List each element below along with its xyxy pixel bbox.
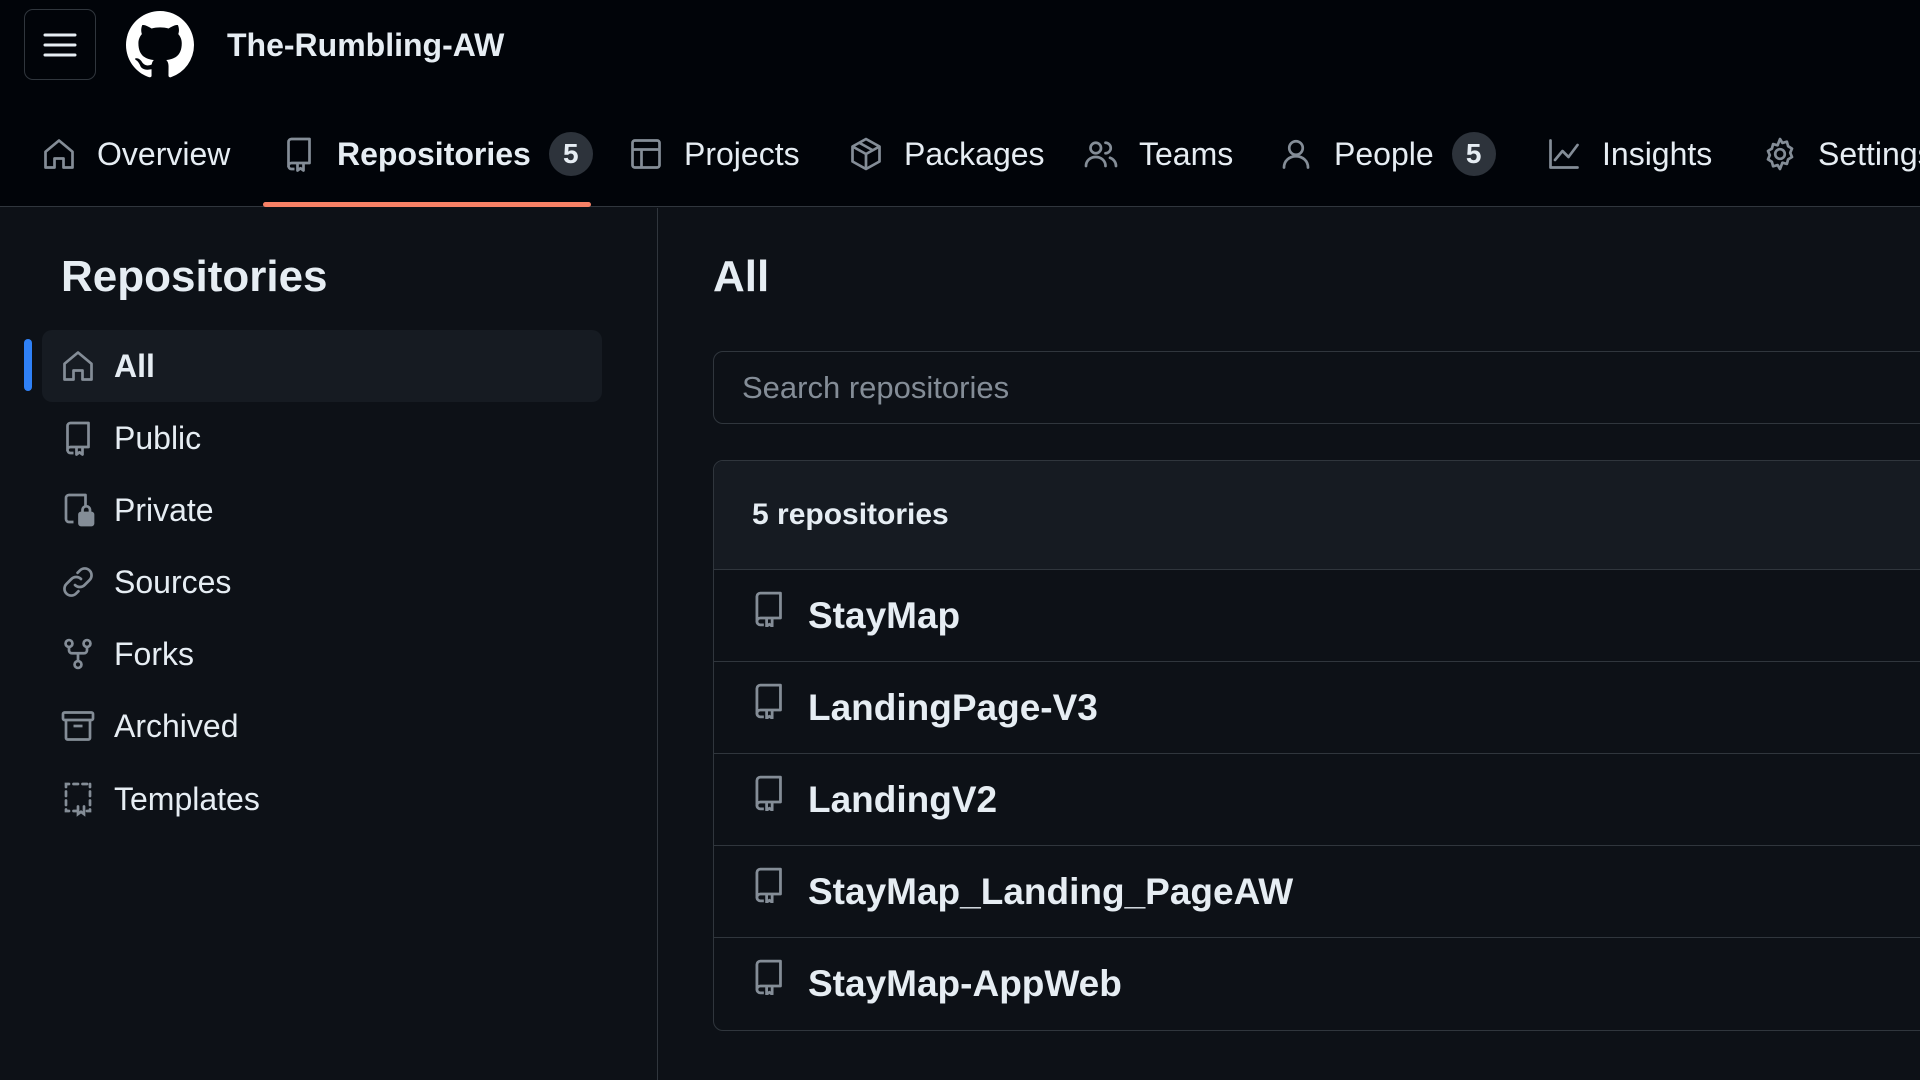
repository-list: 5 repositories StayMap LandingPage-V3 La… — [713, 460, 1920, 1031]
sidebar-item-private[interactable]: Private — [42, 474, 602, 546]
tab-insights[interactable]: Insights — [1546, 120, 1712, 188]
tab-label: Overview — [97, 135, 231, 172]
link-icon — [63, 567, 93, 597]
repo-icon — [755, 591, 782, 627]
selected-tab-underline — [263, 202, 591, 207]
tab-label: People — [1334, 135, 1434, 172]
list-item: StayMap — [714, 570, 1920, 662]
org-name[interactable]: The-Rumbling-AW — [227, 24, 504, 66]
fork-icon — [64, 638, 92, 670]
menu-button[interactable] — [24, 9, 96, 80]
home-icon — [63, 351, 93, 381]
repositories-sidebar: Repositories All Public Private Sources … — [0, 208, 658, 1080]
tab-counter: 5 — [1451, 132, 1496, 176]
sidebar-item-label: All — [114, 347, 155, 384]
gear-icon — [1766, 137, 1794, 171]
sidebar-item-label: Archived — [114, 707, 239, 744]
tab-label: Settings — [1818, 135, 1920, 172]
archive-icon — [61, 711, 95, 741]
repo-icon — [755, 775, 782, 811]
repo-name-link[interactable]: StayMap-AppWeb — [808, 963, 1122, 1005]
sidebar-item-templates[interactable]: Templates — [42, 763, 602, 835]
lock-repo-icon — [64, 493, 95, 527]
sidebar-item-label: Forks — [114, 635, 194, 672]
repo-icon — [755, 867, 782, 903]
page-title: All — [713, 252, 770, 301]
repo-icon — [755, 959, 782, 995]
org-header: The-Rumbling-AW Overview Repositories 5 … — [0, 0, 1920, 207]
tab-settings[interactable]: Settings — [1762, 120, 1920, 188]
tab-label: Teams — [1139, 135, 1234, 172]
repo-name-link[interactable]: StayMap_Landing_PageAW — [808, 871, 1293, 913]
tab-label: Insights — [1602, 135, 1713, 172]
repo-icon — [287, 137, 311, 172]
github-logo-icon[interactable] — [126, 11, 194, 79]
tab-overview[interactable]: Overview — [41, 120, 230, 188]
active-item-indicator — [24, 339, 32, 391]
list-item: LandingPage-V3 — [714, 662, 1920, 754]
tab-repositories[interactable]: Repositories 5 — [281, 120, 593, 188]
list-item: StayMap_Landing_PageAW — [714, 846, 1920, 938]
repo-name-link[interactable]: LandingV2 — [808, 779, 997, 821]
table-icon — [631, 139, 661, 169]
graph-icon — [1549, 139, 1579, 169]
list-item: StayMap-AppWeb — [714, 938, 1920, 1030]
package-icon — [851, 137, 881, 171]
sidebar-item-label: Private — [114, 491, 214, 528]
tab-counter: 5 — [548, 132, 593, 176]
repo-name-link[interactable]: StayMap — [808, 595, 960, 637]
org-nav-tabs: Overview Repositories 5 Projects Package… — [0, 120, 1920, 207]
sidebar-title: Repositories — [61, 252, 328, 301]
sidebar-item-forks[interactable]: Forks — [42, 618, 602, 690]
hamburger-icon — [43, 33, 77, 56]
tab-teams[interactable]: Teams — [1083, 120, 1233, 188]
search-input[interactable] — [713, 351, 1920, 424]
tab-people[interactable]: People 5 — [1278, 120, 1496, 188]
home-icon — [44, 139, 74, 169]
repo-name-link[interactable]: LandingPage-V3 — [808, 687, 1098, 729]
repo-icon — [755, 683, 782, 719]
tab-label: Packages — [904, 135, 1045, 172]
tab-projects[interactable]: Projects — [628, 120, 800, 188]
list-item: LandingV2 — [714, 754, 1920, 846]
sidebar-item-all[interactable]: All — [42, 330, 602, 402]
tab-label: Repositories — [337, 135, 531, 172]
person-icon — [1282, 139, 1310, 169]
sidebar-item-sources[interactable]: Sources — [42, 546, 602, 618]
tab-label: Projects — [684, 135, 800, 172]
sidebar-item-archived[interactable]: Archived — [42, 690, 602, 762]
tab-packages[interactable]: Packages — [848, 120, 1045, 188]
template-icon — [64, 782, 92, 817]
sidebar-item-public[interactable]: Public — [42, 402, 602, 474]
sidebar-item-label: Sources — [114, 563, 232, 600]
people-icon — [1084, 141, 1118, 168]
sidebar-item-label: Public — [114, 419, 202, 456]
sidebar-item-label: Templates — [114, 780, 260, 817]
repository-count: 5 repositories — [714, 461, 1920, 570]
repo-icon — [66, 421, 90, 456]
